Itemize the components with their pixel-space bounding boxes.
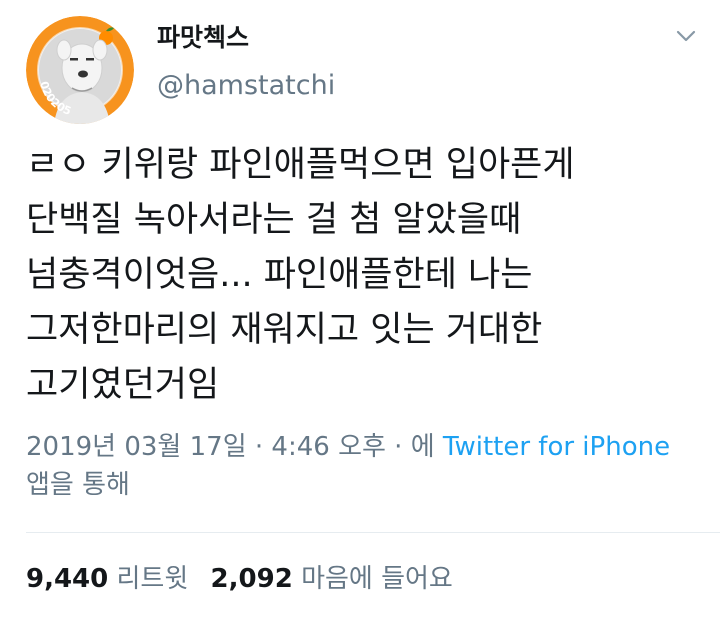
divider bbox=[26, 532, 720, 533]
tweet-meta: 2019년 03월 17일 · 4:46 오후 · 에 Twitter for … bbox=[26, 428, 706, 504]
profile-avatar[interactable]: 020205 bbox=[26, 16, 134, 124]
tweet-text-line: 단백질 녹아서라는 걸 첨 알았을때 bbox=[26, 200, 522, 240]
tweet-text-line: 고기였던거임 bbox=[26, 365, 220, 405]
author-handle[interactable]: @hamstatchi bbox=[157, 70, 335, 101]
tweet-source-link[interactable]: Twitter for iPhone bbox=[443, 432, 670, 462]
retweets-stat[interactable]: 9,440 리트윗 bbox=[26, 564, 197, 594]
retweet-count: 9,440 bbox=[26, 564, 109, 594]
tweet-text-line: 넘충격이엇음... 파인애플한테 나는 bbox=[26, 255, 533, 295]
tweet-text-line: 그저한마리의 재워지고 잇는 거대한 bbox=[26, 310, 543, 350]
tweet-timestamp[interactable]: 2019년 03월 17일 · 4:46 오후 · 에 bbox=[26, 432, 435, 462]
chevron-down-icon bbox=[676, 30, 696, 42]
retweet-label: 리트윗 bbox=[116, 564, 189, 594]
tweet-text: ㄹㅇ 키위랑 파인애플먹으면 입아픈게 단백질 녹아서라는 걸 첨 알았을때 넘… bbox=[26, 138, 706, 413]
tweet-menu-button[interactable] bbox=[672, 22, 700, 50]
tweet-source-suffix: 앱을 통해 bbox=[26, 470, 130, 500]
like-label: 마음에 들어요 bbox=[301, 564, 453, 594]
tweet-stats: 9,440 리트윗 2,092 마음에 들어요 bbox=[26, 558, 467, 595]
author-display-name[interactable]: 파맛첵스 bbox=[157, 18, 249, 54]
tweet-text-line: ㄹㅇ 키위랑 파인애플먹으면 입아픈게 bbox=[26, 145, 575, 185]
costume-character-avatar: 020205 bbox=[26, 16, 134, 124]
like-count: 2,092 bbox=[210, 564, 293, 594]
likes-stat[interactable]: 2,092 마음에 들어요 bbox=[211, 564, 453, 594]
